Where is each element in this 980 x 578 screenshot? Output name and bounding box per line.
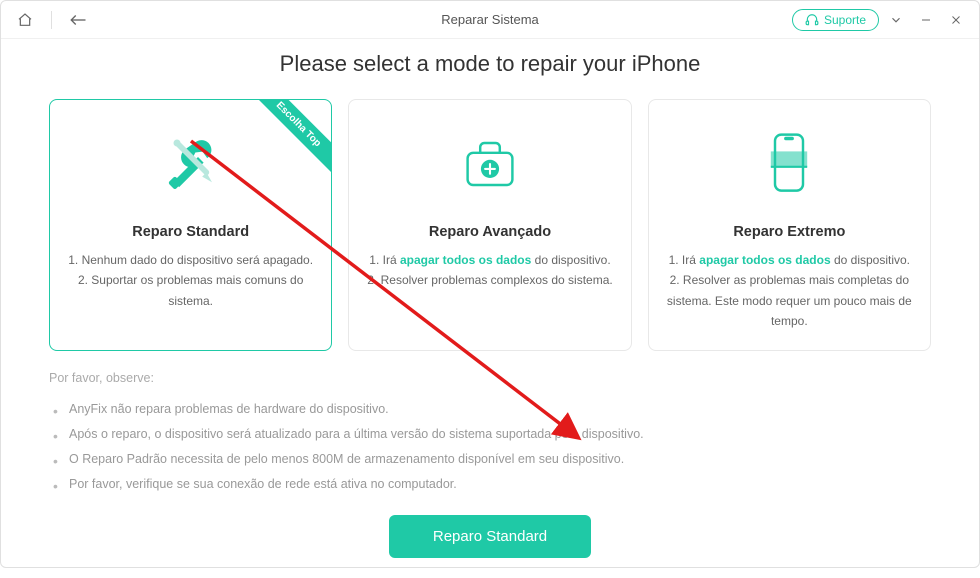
back-button[interactable] xyxy=(64,6,92,34)
mode-cards: Escolha Top Reparo Standard 1. Nenhum da… xyxy=(49,99,931,351)
divider xyxy=(51,11,52,29)
note-item: O Reparo Padrão necessita de pelo menos … xyxy=(53,447,931,472)
card-standard-line1: 1. Nenhum dado do dispositivo será apaga… xyxy=(66,250,315,270)
dropdown-button[interactable] xyxy=(883,7,909,33)
note-item: AnyFix não repara problemas de hardware … xyxy=(53,397,931,422)
home-icon xyxy=(17,12,33,28)
minimize-icon xyxy=(920,14,932,26)
repair-standard-button[interactable]: Reparo Standard xyxy=(389,515,591,558)
minimize-button[interactable] xyxy=(913,7,939,33)
tools-icon xyxy=(66,124,315,204)
page-heading: Please select a mode to repair your iPho… xyxy=(49,51,931,77)
card-extreme-desc: 1. Irá apagar todos os dados do disposit… xyxy=(665,250,914,332)
home-button[interactable] xyxy=(11,6,39,34)
card-advanced-line2: 2. Resolver problemas complexos do siste… xyxy=(365,270,614,290)
arrow-left-icon xyxy=(69,13,87,27)
card-extreme-title: Reparo Extremo xyxy=(665,224,914,240)
chevron-down-icon xyxy=(889,13,903,27)
card-standard-title: Reparo Standard xyxy=(66,224,315,240)
card-standard-desc: 1. Nenhum dado do dispositivo será apaga… xyxy=(66,250,315,311)
card-extreme[interactable]: Reparo Extremo 1. Irá apagar todos os da… xyxy=(648,99,931,351)
note-item: Após o reparo, o dispositivo será atuali… xyxy=(53,422,931,447)
headset-icon xyxy=(805,13,819,27)
close-icon xyxy=(950,14,962,26)
close-button[interactable] xyxy=(943,7,969,33)
card-advanced[interactable]: Reparo Avançado 1. Irá apagar todos os d… xyxy=(348,99,631,351)
card-extreme-line2: 2. Resolver as problemas mais completas … xyxy=(665,270,914,331)
support-button[interactable]: Suporte xyxy=(792,9,879,31)
note-item: Por favor, verifique se sua conexão de r… xyxy=(53,472,931,497)
card-standard-line2: 2. Suportar os problemas mais comuns do … xyxy=(66,270,315,311)
support-label: Suporte xyxy=(824,13,866,27)
card-advanced-title: Reparo Avançado xyxy=(365,224,614,240)
card-standard[interactable]: Escolha Top Reparo Standard 1. Nenhum da… xyxy=(49,99,332,351)
titlebar: Reparar Sistema Suporte xyxy=(1,1,979,39)
card-advanced-line1: 1. Irá apagar todos os dados do disposit… xyxy=(365,250,614,270)
card-extreme-line1: 1. Irá apagar todos os dados do disposit… xyxy=(665,250,914,270)
highlight-erase: apagar todos os dados xyxy=(699,253,830,267)
notes-heading: Por favor, observe: xyxy=(49,371,931,385)
card-advanced-desc: 1. Irá apagar todos os dados do disposit… xyxy=(365,250,614,291)
notes-list: AnyFix não repara problemas de hardware … xyxy=(49,397,931,497)
main-content: Please select a mode to repair your iPho… xyxy=(1,39,979,578)
titlebar-right: Suporte xyxy=(792,7,969,33)
window-title: Reparar Sistema xyxy=(441,12,539,27)
medkit-icon xyxy=(365,124,614,204)
highlight-erase: apagar todos os dados xyxy=(400,253,531,267)
phone-scan-icon xyxy=(665,124,914,204)
titlebar-left xyxy=(11,6,92,34)
